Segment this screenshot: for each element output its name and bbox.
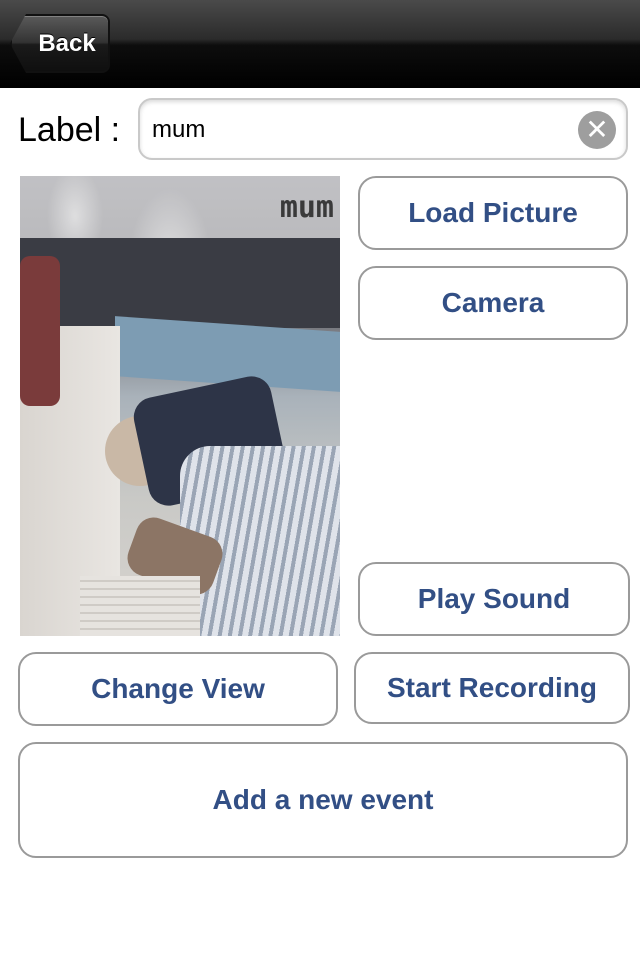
load-picture-button[interactable]: Load Picture [358,176,628,250]
start-recording-button[interactable]: Start Recording [354,652,630,724]
play-sound-button[interactable]: Play Sound [358,562,630,636]
label-field[interactable]: ✕ [138,98,628,160]
photo-mattress [80,576,200,636]
photo-red-toy [20,256,60,406]
label-input[interactable] [152,110,572,150]
camera-button[interactable]: Camera [358,266,628,340]
back-button[interactable]: Back [10,14,110,73]
add-event-button[interactable]: Add a new event [18,742,628,858]
photo-dark-wall [20,238,340,328]
navigation-bar: Back [0,0,640,88]
label-caption: Label : [18,111,121,149]
clear-icon[interactable]: ✕ [578,111,616,149]
event-picture: mum [20,176,340,636]
photo-caption: mum [279,190,334,225]
change-view-button[interactable]: Change View [18,652,338,726]
screen: Back Label : ✕ mum Load Picture Camera P… [0,0,640,960]
